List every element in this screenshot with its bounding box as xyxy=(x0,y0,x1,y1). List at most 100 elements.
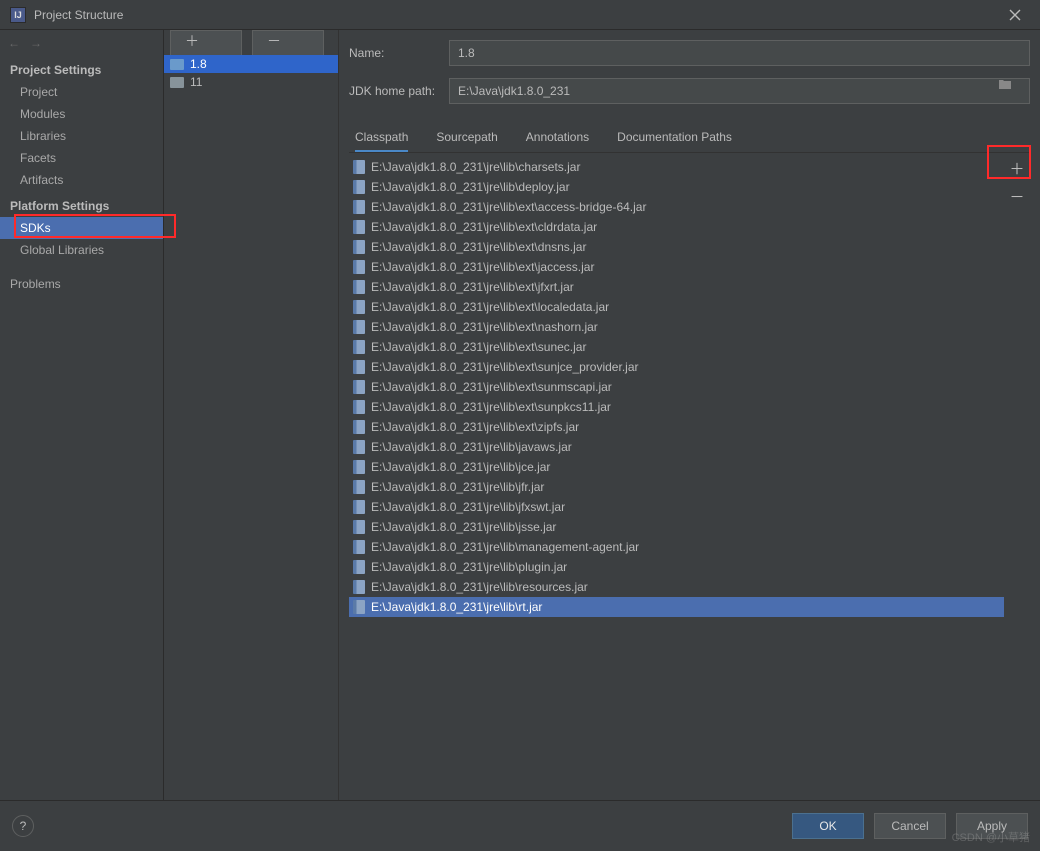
classpath-item-path: E:\Java\jdk1.8.0_231\jre\lib\jsse.jar xyxy=(371,518,556,536)
sdk-list-item[interactable]: 11 xyxy=(164,73,338,91)
classpath-item[interactable]: E:\Java\jdk1.8.0_231\jre\lib\jsse.jar xyxy=(349,517,1004,537)
sdk-list-item[interactable]: 1.8 xyxy=(164,55,338,73)
classpath-item[interactable]: E:\Java\jdk1.8.0_231\jre\lib\jce.jar xyxy=(349,457,1004,477)
jar-icon xyxy=(353,380,365,394)
jdk-home-path-input[interactable] xyxy=(449,78,1030,104)
app-icon: IJ xyxy=(10,7,26,23)
classpath-item-path: E:\Java\jdk1.8.0_231\jre\lib\ext\sunpkcs… xyxy=(371,398,611,416)
classpath-item[interactable]: E:\Java\jdk1.8.0_231\jre\lib\ext\sunjce_… xyxy=(349,357,1004,377)
tab-annotations[interactable]: Annotations xyxy=(526,124,589,152)
sidebar-item-project[interactable]: Project xyxy=(0,81,163,103)
remove-sdk-button[interactable]: － xyxy=(252,30,324,56)
cancel-button[interactable]: Cancel xyxy=(874,813,946,839)
jar-icon xyxy=(353,600,365,614)
classpath-item[interactable]: E:\Java\jdk1.8.0_231\jre\lib\ext\cldrdat… xyxy=(349,217,1004,237)
sdk-tabs: Classpath Sourcepath Annotations Documen… xyxy=(349,124,1030,153)
classpath-item[interactable]: E:\Java\jdk1.8.0_231\jre\lib\deploy.jar xyxy=(349,177,1004,197)
nav-back-icon[interactable]: ← xyxy=(8,36,20,50)
classpath-item-path: E:\Java\jdk1.8.0_231\jre\lib\ext\localed… xyxy=(371,298,609,316)
jar-icon xyxy=(353,420,365,434)
sidebar-item-facets[interactable]: Facets xyxy=(0,147,163,169)
classpath-item-path: E:\Java\jdk1.8.0_231\jre\lib\ext\dnsns.j… xyxy=(371,238,586,256)
classpath-item-path: E:\Java\jdk1.8.0_231\jre\lib\ext\sunjce_… xyxy=(371,358,639,376)
tab-classpath[interactable]: Classpath xyxy=(355,124,408,152)
classpath-item-path: E:\Java\jdk1.8.0_231\jre\lib\rt.jar xyxy=(371,598,542,616)
classpath-item-path: E:\Java\jdk1.8.0_231\jre\lib\ext\sunmsca… xyxy=(371,378,612,396)
jar-icon xyxy=(353,260,365,274)
classpath-item[interactable]: E:\Java\jdk1.8.0_231\jre\lib\ext\jfxrt.j… xyxy=(349,277,1004,297)
classpath-item[interactable]: E:\Java\jdk1.8.0_231\jre\lib\resources.j… xyxy=(349,577,1004,597)
jdk-path-label: JDK home path: xyxy=(349,84,439,98)
jar-icon xyxy=(353,280,365,294)
classpath-item[interactable]: E:\Java\jdk1.8.0_231\jre\lib\ext\zipfs.j… xyxy=(349,417,1004,437)
classpath-item[interactable]: E:\Java\jdk1.8.0_231\jre\lib\ext\localed… xyxy=(349,297,1004,317)
jar-icon xyxy=(353,520,365,534)
classpath-item-path: E:\Java\jdk1.8.0_231\jre\lib\management-… xyxy=(371,538,639,556)
sidebar-item-modules[interactable]: Modules xyxy=(0,103,163,125)
window-title: Project Structure xyxy=(34,8,1000,22)
sdk-list-panel: ＋ － 1.8 11 xyxy=(164,30,339,800)
sidebar-item-problems[interactable]: Problems xyxy=(0,273,163,295)
browse-folder-icon[interactable] xyxy=(998,78,1012,93)
jar-icon xyxy=(353,560,365,574)
classpath-item[interactable]: E:\Java\jdk1.8.0_231\jre\lib\ext\sunec.j… xyxy=(349,337,1004,357)
jar-icon xyxy=(353,240,365,254)
sdk-detail-panel: Name: JDK home path: Classpath Sourcepat… xyxy=(339,30,1040,800)
jar-icon xyxy=(353,360,365,374)
classpath-item[interactable]: E:\Java\jdk1.8.0_231\jre\lib\ext\sunpkcs… xyxy=(349,397,1004,417)
close-button[interactable] xyxy=(1000,0,1030,30)
sidebar-item-sdks[interactable]: SDKs xyxy=(0,217,163,239)
classpath-item[interactable]: E:\Java\jdk1.8.0_231\jre\lib\ext\access-… xyxy=(349,197,1004,217)
jar-icon xyxy=(353,340,365,354)
classpath-item-path: E:\Java\jdk1.8.0_231\jre\lib\ext\jaccess… xyxy=(371,258,594,276)
ok-button[interactable]: OK xyxy=(792,813,864,839)
help-button[interactable]: ? xyxy=(12,815,34,837)
add-classpath-button[interactable]: ＋ xyxy=(1006,157,1028,179)
remove-classpath-button[interactable]: － xyxy=(1006,185,1028,207)
sdk-name-input[interactable] xyxy=(449,40,1030,66)
jar-icon xyxy=(353,400,365,414)
jar-icon xyxy=(353,500,365,514)
platform-settings-header: Platform Settings xyxy=(0,191,163,217)
jar-icon xyxy=(353,580,365,594)
classpath-item-path: E:\Java\jdk1.8.0_231\jre\lib\ext\cldrdat… xyxy=(371,218,597,236)
classpath-item-path: E:\Java\jdk1.8.0_231\jre\lib\plugin.jar xyxy=(371,558,567,576)
classpath-item-path: E:\Java\jdk1.8.0_231\jre\lib\ext\zipfs.j… xyxy=(371,418,579,436)
classpath-item-path: E:\Java\jdk1.8.0_231\jre\lib\ext\jfxrt.j… xyxy=(371,278,574,296)
jar-icon xyxy=(353,460,365,474)
classpath-item[interactable]: E:\Java\jdk1.8.0_231\jre\lib\ext\sunmsca… xyxy=(349,377,1004,397)
classpath-item-path: E:\Java\jdk1.8.0_231\jre\lib\ext\access-… xyxy=(371,198,646,216)
classpath-item[interactable]: E:\Java\jdk1.8.0_231\jre\lib\plugin.jar xyxy=(349,557,1004,577)
classpath-item-path: E:\Java\jdk1.8.0_231\jre\lib\javaws.jar xyxy=(371,438,572,456)
add-sdk-button[interactable]: ＋ xyxy=(170,30,242,56)
tab-docpaths[interactable]: Documentation Paths xyxy=(617,124,732,152)
folder-icon xyxy=(170,77,184,88)
classpath-item[interactable]: E:\Java\jdk1.8.0_231\jre\lib\ext\jaccess… xyxy=(349,257,1004,277)
classpath-item[interactable]: E:\Java\jdk1.8.0_231\jre\lib\jfr.jar xyxy=(349,477,1004,497)
classpath-item-path: E:\Java\jdk1.8.0_231\jre\lib\charsets.ja… xyxy=(371,158,580,176)
classpath-item-path: E:\Java\jdk1.8.0_231\jre\lib\jfr.jar xyxy=(371,478,544,496)
classpath-item[interactable]: E:\Java\jdk1.8.0_231\jre\lib\jfxswt.jar xyxy=(349,497,1004,517)
project-settings-header: Project Settings xyxy=(0,55,163,81)
classpath-item[interactable]: E:\Java\jdk1.8.0_231\jre\lib\rt.jar xyxy=(349,597,1004,617)
sdk-item-label: 11 xyxy=(190,75,202,89)
classpath-item[interactable]: E:\Java\jdk1.8.0_231\jre\lib\charsets.ja… xyxy=(349,157,1004,177)
folder-icon xyxy=(170,59,184,70)
tab-sourcepath[interactable]: Sourcepath xyxy=(436,124,497,152)
classpath-list[interactable]: E:\Java\jdk1.8.0_231\jre\lib\charsets.ja… xyxy=(349,153,1004,790)
jar-icon xyxy=(353,160,365,174)
classpath-item-path: E:\Java\jdk1.8.0_231\jre\lib\jce.jar xyxy=(371,458,550,476)
classpath-item[interactable]: E:\Java\jdk1.8.0_231\jre\lib\management-… xyxy=(349,537,1004,557)
jar-icon xyxy=(353,480,365,494)
watermark: CSDN @小草猪 xyxy=(952,829,1030,845)
classpath-item[interactable]: E:\Java\jdk1.8.0_231\jre\lib\javaws.jar xyxy=(349,437,1004,457)
sidebar-item-libraries[interactable]: Libraries xyxy=(0,125,163,147)
jar-icon xyxy=(353,300,365,314)
sidebar-item-global-libraries[interactable]: Global Libraries xyxy=(0,239,163,261)
classpath-item[interactable]: E:\Java\jdk1.8.0_231\jre\lib\ext\dnsns.j… xyxy=(349,237,1004,257)
nav-forward-icon[interactable]: → xyxy=(30,36,42,50)
classpath-item-path: E:\Java\jdk1.8.0_231\jre\lib\ext\nashorn… xyxy=(371,318,598,336)
classpath-item-path: E:\Java\jdk1.8.0_231\jre\lib\ext\sunec.j… xyxy=(371,338,586,356)
sidebar-item-artifacts[interactable]: Artifacts xyxy=(0,169,163,191)
classpath-item[interactable]: E:\Java\jdk1.8.0_231\jre\lib\ext\nashorn… xyxy=(349,317,1004,337)
